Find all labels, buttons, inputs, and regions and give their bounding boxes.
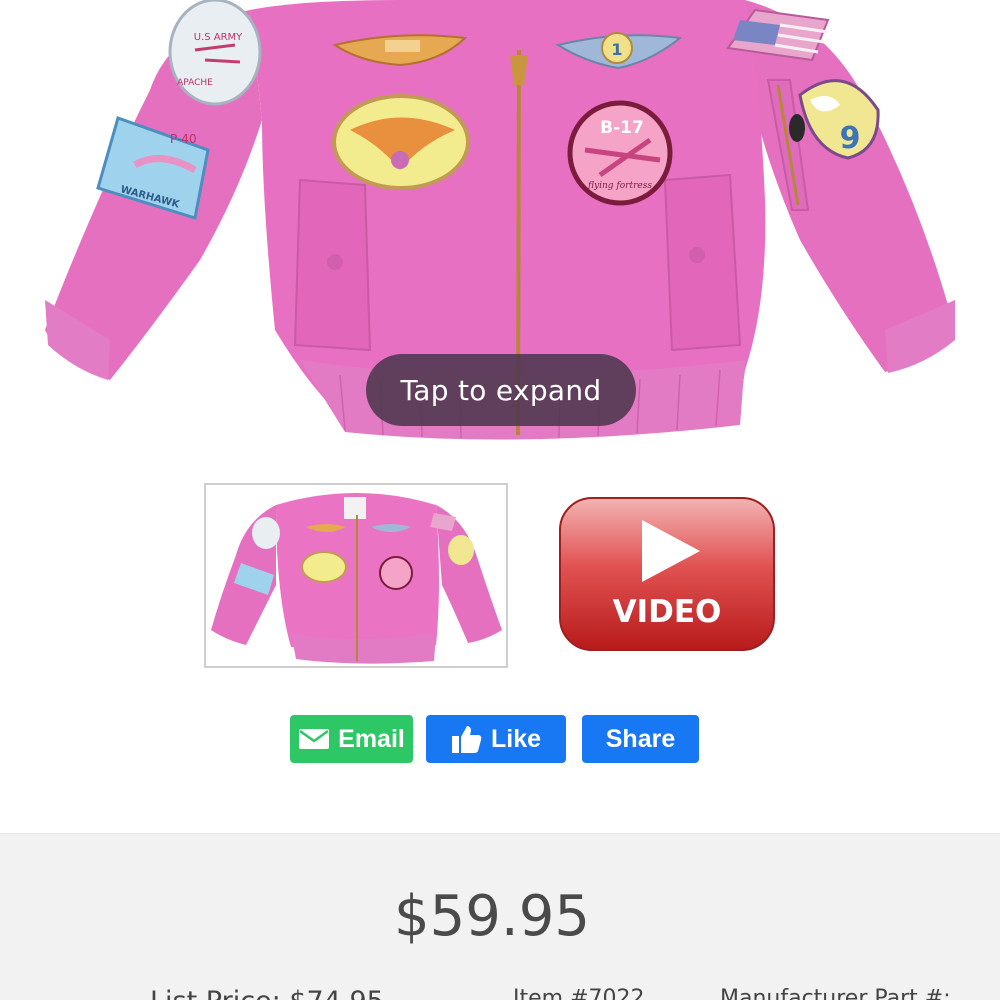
item-number: Item #7022 bbox=[513, 986, 645, 1000]
manufacturer-part-number: Manufacturer Part #: bbox=[720, 986, 951, 1000]
like-label: Like bbox=[490, 724, 542, 753]
army-apache-patch: U.S ARMY APACHE bbox=[168, 0, 262, 106]
video-label: VIDEO bbox=[613, 594, 722, 630]
list-price: List Price: $74.95 bbox=[150, 986, 384, 1000]
jacket-thumbnail-image bbox=[211, 493, 502, 664]
play-video-icon: VIDEO bbox=[559, 497, 775, 651]
envelope-icon bbox=[299, 729, 330, 749]
sale-price: $59.95 bbox=[394, 884, 590, 949]
tap-to-expand-text: Tap to expand bbox=[400, 373, 602, 407]
b17-patch: B-17 flying fortress bbox=[567, 100, 673, 206]
svg-text:9: 9 bbox=[840, 121, 861, 156]
video-thumbnail-button[interactable]: VIDEO bbox=[556, 496, 778, 660]
product-main-image[interactable]: U.S ARMY APACHE P-40 WARHAWK 1 B-17 flyi… bbox=[0, 0, 1000, 455]
email-button[interactable]: Email bbox=[290, 715, 413, 763]
thumbs-up-icon bbox=[451, 726, 482, 753]
thumbnail-jacket[interactable] bbox=[204, 483, 508, 668]
svg-text:1: 1 bbox=[611, 40, 622, 59]
share-label: Share bbox=[605, 724, 676, 753]
facebook-share-button[interactable]: Share bbox=[582, 715, 699, 763]
eagle-patch bbox=[332, 94, 470, 190]
svg-text:flying fortress: flying fortress bbox=[587, 181, 652, 191]
facebook-like-button[interactable]: Like bbox=[426, 715, 566, 763]
svg-text:B-17: B-17 bbox=[600, 118, 644, 138]
email-label: Email bbox=[338, 724, 405, 753]
price-panel: $59.95 List Price: $74.95 Item #7022 Man… bbox=[0, 833, 1000, 1000]
tap-to-expand-label[interactable]: Tap to expand bbox=[366, 354, 636, 426]
svg-text:APACHE: APACHE bbox=[177, 78, 213, 88]
svg-text:U.S ARMY: U.S ARMY bbox=[194, 32, 243, 43]
svg-text:P-40: P-40 bbox=[170, 132, 197, 146]
